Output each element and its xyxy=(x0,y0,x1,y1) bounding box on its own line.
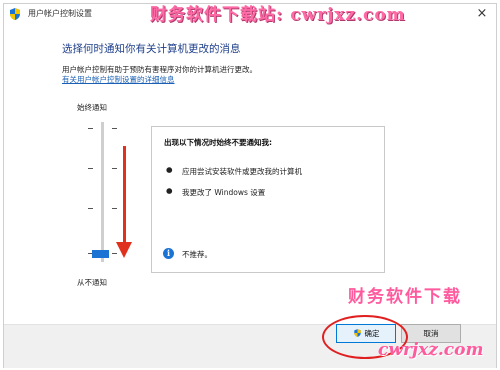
slider-thumb[interactable] xyxy=(92,250,109,258)
slider-tick xyxy=(88,128,93,129)
window-title: 用户帐户控制设置 xyxy=(28,9,92,18)
slider-tick xyxy=(88,168,93,169)
page-heading: 选择何时通知你有关计算机更改的消息 xyxy=(62,43,241,55)
bullet-icon: ● xyxy=(166,165,173,174)
uac-settings-window: 用户帐户控制设置 × 选择何时通知你有关计算机更改的消息 用户帐户控制有助于预防… xyxy=(3,3,497,368)
red-annotation-arrow-shaft xyxy=(123,146,126,246)
setting-description-panel: 出现以下情况时始终不要通知我: ● 应用尝试安装软件或更改我的计算机 ● 我更改… xyxy=(151,126,385,273)
panel-title: 出现以下情况时始终不要通知我: xyxy=(164,138,272,147)
bullet-icon: ● xyxy=(166,186,173,195)
bullet-item: 我更改了 Windows 设置 xyxy=(182,188,266,197)
watermark-bottom-text: 财务软件下载 xyxy=(348,287,462,307)
main-content: 选择何时通知你有关计算机更改的消息 用户帐户控制有助于预防有害程序对你的计算机进… xyxy=(4,24,496,324)
watermark-top: 财务软件下载站: cwrjxz.com xyxy=(150,5,406,25)
bullet-item: 应用尝试安装软件或更改我的计算机 xyxy=(182,167,302,176)
close-button[interactable]: × xyxy=(470,5,494,22)
details-link[interactable]: 有关用户帐户控制设置的详细信息 xyxy=(62,74,175,85)
always-notify-label: 始终通知 xyxy=(77,103,107,112)
never-notify-label: 从不通知 xyxy=(77,278,107,287)
red-arrow-down-icon xyxy=(116,242,132,258)
slider-track[interactable] xyxy=(101,122,104,262)
info-icon: i xyxy=(163,248,174,259)
uac-shield-icon xyxy=(10,8,20,20)
slider-tick xyxy=(112,208,117,209)
slider-tick xyxy=(112,168,117,169)
watermark-bottom-url: cwrjxz.com xyxy=(378,340,484,360)
not-recommended-note: 不推荐。 xyxy=(182,250,212,259)
slider-tick xyxy=(88,208,93,209)
slider-tick xyxy=(112,128,117,129)
